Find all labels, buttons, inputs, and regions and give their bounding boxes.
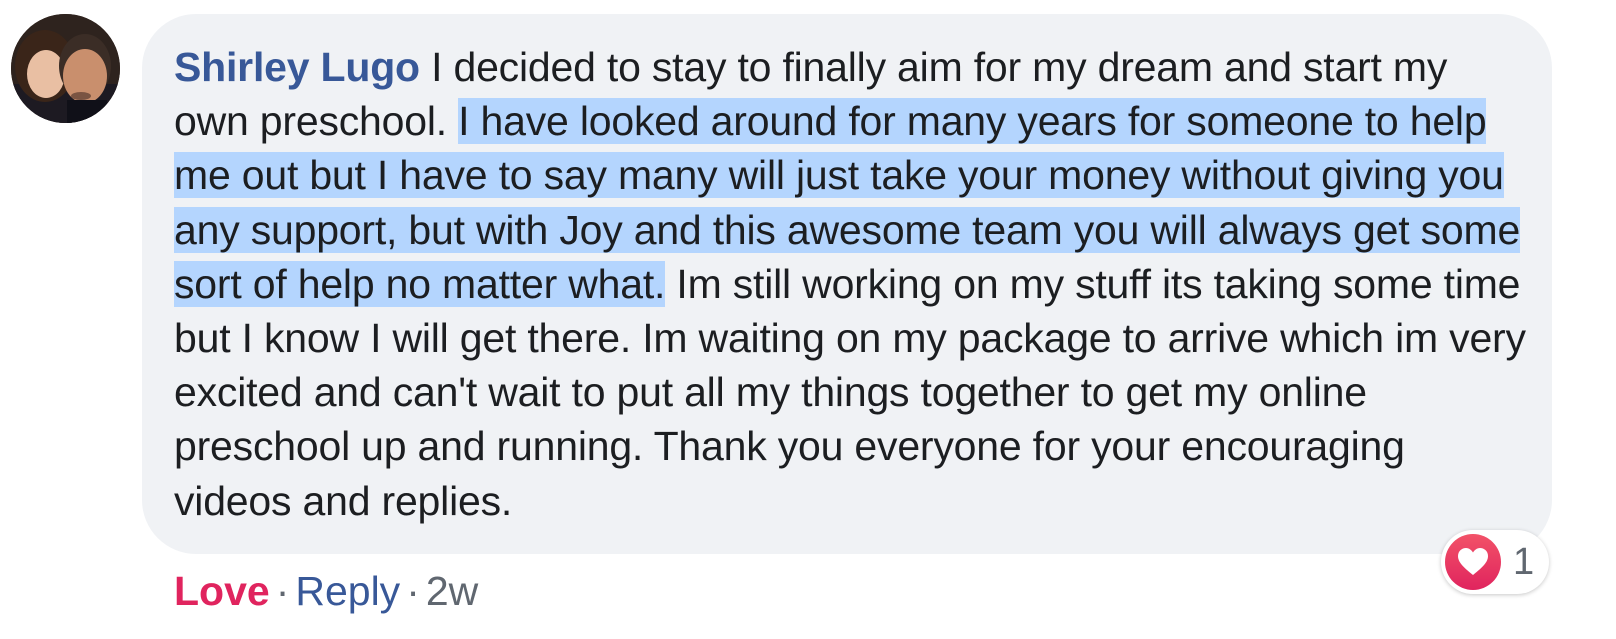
- love-button[interactable]: Love: [174, 568, 270, 614]
- avatar[interactable]: [11, 14, 120, 123]
- action-separator: ·: [406, 568, 420, 614]
- comment-timestamp[interactable]: 2w: [426, 568, 478, 614]
- avatar-photo: [11, 14, 120, 123]
- reaction-summary[interactable]: 1: [1441, 530, 1549, 594]
- comment-author[interactable]: Shirley Lugo: [174, 44, 420, 90]
- reply-button[interactable]: Reply: [295, 568, 400, 614]
- action-separator: ·: [275, 568, 290, 614]
- comment-text: Shirley Lugo I decided to stay to finall…: [174, 40, 1526, 528]
- comment-actions: Love · Reply · 2w: [174, 564, 478, 618]
- reaction-count: 1: [1513, 541, 1535, 583]
- heart-icon: [1445, 534, 1501, 590]
